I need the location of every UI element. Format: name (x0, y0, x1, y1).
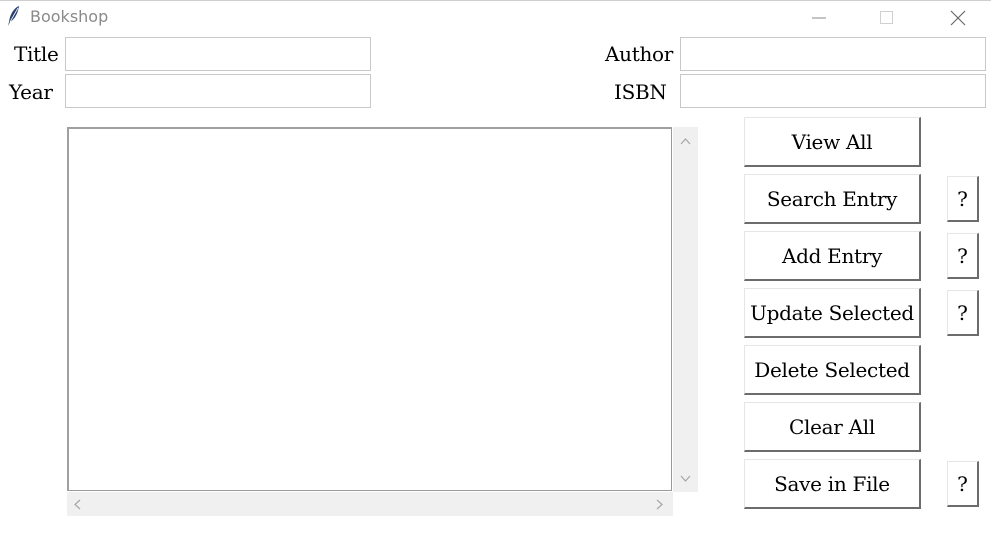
update-selected-button[interactable]: Update Selected (744, 288, 921, 338)
feather-icon (8, 6, 19, 26)
search-help-button[interactable]: ? (947, 176, 979, 222)
clear-all-button[interactable]: Clear All (744, 402, 921, 452)
save-in-file-button[interactable]: Save in File (744, 459, 921, 509)
minimize-button[interactable] (796, 1, 842, 34)
vertical-scrollbar[interactable] (673, 127, 698, 492)
search-entry-button[interactable]: Search Entry (744, 174, 921, 224)
book-listbox[interactable] (67, 127, 672, 491)
year-field[interactable] (65, 74, 371, 108)
view-all-button[interactable]: View All (744, 117, 921, 167)
minimize-icon (812, 17, 826, 18)
chevron-left-icon[interactable] (73, 499, 81, 510)
title-bar: Bookshop (0, 0, 991, 33)
add-entry-button[interactable]: Add Entry (744, 231, 921, 281)
title-label: Title (14, 42, 59, 66)
close-icon (950, 10, 966, 25)
year-label: Year (9, 80, 53, 104)
maximize-button[interactable] (864, 1, 910, 34)
save-help-button[interactable]: ? (947, 461, 979, 507)
window-title: Bookshop (30, 7, 109, 26)
isbn-field[interactable] (680, 74, 986, 108)
horizontal-scrollbar[interactable] (67, 492, 673, 516)
close-button[interactable] (935, 1, 981, 34)
author-label: Author (605, 42, 674, 66)
add-help-button[interactable]: ? (947, 233, 979, 279)
update-help-button[interactable]: ? (947, 290, 979, 336)
author-field[interactable] (680, 37, 986, 71)
isbn-label: ISBN (614, 80, 667, 104)
maximize-icon (880, 10, 893, 24)
chevron-up-icon[interactable] (680, 137, 691, 145)
delete-selected-button[interactable]: Delete Selected (744, 345, 921, 395)
chevron-right-icon[interactable] (656, 499, 664, 510)
title-field[interactable] (65, 37, 371, 71)
chevron-down-icon[interactable] (680, 475, 691, 483)
